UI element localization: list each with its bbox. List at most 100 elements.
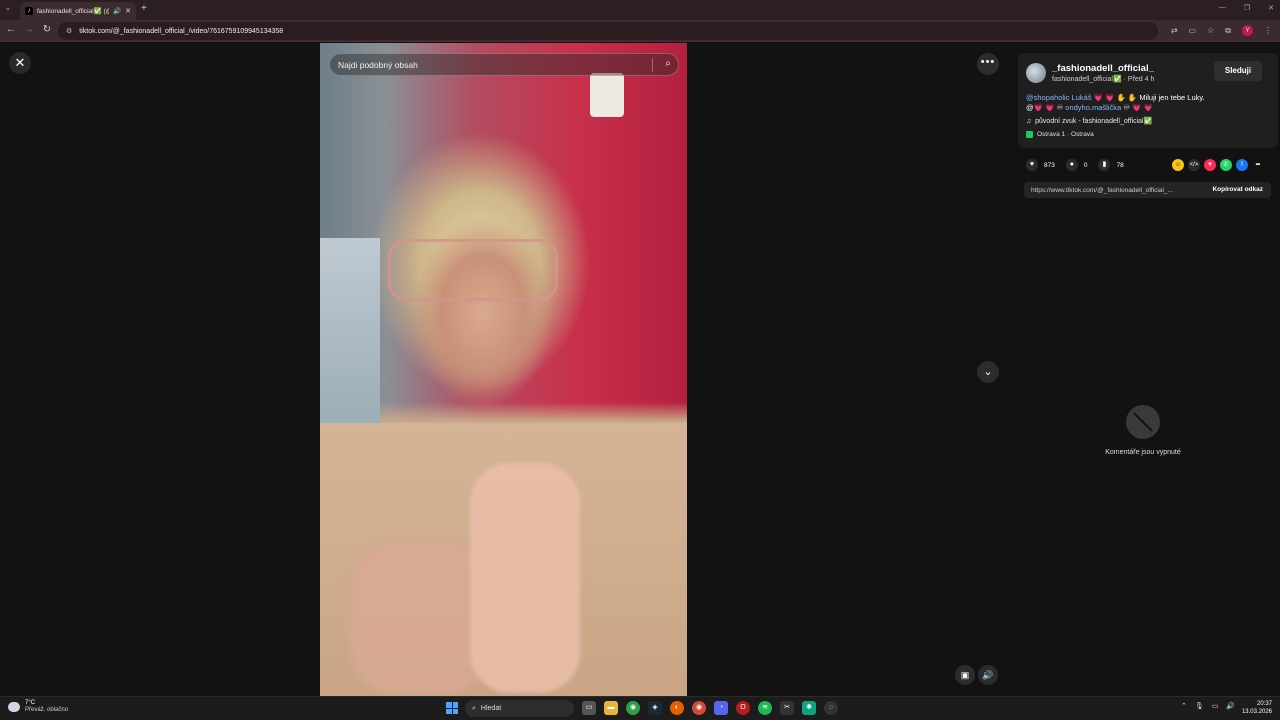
whatsapp-icon[interactable]: ✆ (1220, 159, 1232, 171)
close-tab-icon[interactable]: ✕ (125, 7, 131, 15)
taskbar-clock[interactable]: 20:37 13.03.2026 (1240, 700, 1272, 716)
video-player[interactable] (320, 43, 687, 696)
back-icon[interactable]: ← (4, 24, 18, 35)
next-video-button[interactable]: ⌄ (977, 361, 999, 383)
post-time: · Před 4 h (1123, 76, 1155, 83)
close-window-icon[interactable]: ✕ (1268, 4, 1274, 12)
taskbar-apps: ▭ ▬ ◉ ◈ ◐ ◉ ◔ O ≋ ✂ ✺ ◌ (582, 701, 838, 715)
share-arrow-icon[interactable]: ➦ (1252, 159, 1264, 171)
video-frame-switch (590, 73, 624, 117)
tab-search-icon[interactable]: ⌄ (5, 4, 15, 14)
post-info-card: _fashionadell_official_ fashionadell_off… (1018, 53, 1278, 148)
profile-avatar[interactable]: Y (1242, 25, 1253, 36)
share-snapchat-icon[interactable]: ☺ (1172, 159, 1184, 171)
author-subline: fashionadell_official✅ · Před 4 h (1052, 75, 1154, 83)
forward-icon[interactable]: → (22, 24, 36, 35)
search-placeholder: Najdi podobný obsah (338, 59, 418, 70)
toolbar-icons: ⇄ ▭ ☆ ⧉ Y ⋮ (1171, 25, 1272, 36)
show-hidden-icons-icon[interactable]: ⌃ (1181, 702, 1187, 710)
file-explorer-icon[interactable]: ▬ (604, 701, 618, 715)
close-video-button[interactable]: ✕ (9, 52, 31, 74)
author-handle[interactable]: fashionadell_official✅ (1052, 76, 1122, 83)
comments-disabled-notice: Komentáře jsou vypnuté (1068, 405, 1218, 456)
discord-icon[interactable]: ◔ (714, 701, 728, 715)
clock-time: 20:37 (1256, 701, 1272, 707)
bookmark-icon: ▮ (1098, 159, 1111, 171)
tab-title: fashionadell_official✅ (@ (37, 8, 110, 15)
mention-link[interactable]: @shopaholic Lukáš (1026, 93, 1092, 102)
task-view-icon[interactable]: ▭ (582, 701, 596, 715)
extensions-icon[interactable]: ⧉ (1225, 26, 1231, 36)
bookmark-star-icon[interactable]: ☆ (1207, 26, 1214, 35)
volume-icon[interactable]: 🔊 (1226, 702, 1235, 710)
comments-off-icon (1126, 405, 1160, 439)
author-avatar[interactable] (1026, 63, 1046, 83)
music-note-icon: ♫ (1026, 118, 1032, 125)
url-text: tiktok.com/@_fashionadell_official_/vide… (79, 27, 284, 35)
chatgpt-icon[interactable]: ✺ (802, 701, 816, 715)
windows-taskbar: 7°C Převáž. oblačno ⌕ Hledat ▭ ▬ ◉ ◈ ◐ ◉… (0, 696, 1280, 720)
post-link-text: https://www.tiktok.com/@_fashionadell_of… (1031, 186, 1173, 194)
volume-button[interactable]: 🔊 (978, 665, 998, 685)
minimize-icon[interactable]: — (1219, 4, 1226, 12)
audio-playing-icon[interactable]: 🔊 (113, 7, 121, 15)
tiktok-page: ✕ Najdi podobný obsah ⌕ ••• ⌄ ▣ 🔊 _fashi… (0, 43, 1280, 696)
cast-icon[interactable]: ▭ (1189, 26, 1197, 35)
microphone-icon[interactable]: 🎙 (1195, 702, 1204, 710)
search-icon[interactable]: ⌕ (665, 58, 671, 69)
comment-count: 0 (1083, 161, 1088, 169)
mention-link[interactable]: ondyho.mašlička (1065, 103, 1121, 112)
location-link[interactable]: Ostrava 1 · Ostrava (1026, 131, 1094, 138)
url-field[interactable]: ⚙ tiktok.com/@_fashionadell_official_/vi… (58, 22, 1158, 40)
steam-icon[interactable]: ◈ (648, 701, 662, 715)
weather-condition: Převáž. oblačno (25, 707, 69, 713)
follow-button[interactable]: Sleduji (1214, 61, 1262, 81)
embed-icon[interactable]: </> (1188, 159, 1200, 171)
more-options-button[interactable]: ••• (977, 53, 999, 75)
save-button[interactable]: ▮ 78 (1098, 159, 1124, 171)
browser-tab[interactable]: ♪ fashionadell_official✅ (@ 🔊 ✕ (20, 2, 136, 20)
translate-icon[interactable]: ⇄ (1171, 26, 1178, 35)
description-text: ♾ 💗 💗 (1121, 103, 1153, 112)
like-count: 873 (1044, 161, 1055, 169)
spotify-icon[interactable]: ≋ (758, 701, 772, 715)
video-area: ✕ Najdi podobný obsah ⌕ ••• ⌄ ▣ 🔊 (0, 43, 1008, 696)
similar-content-search-input[interactable]: Najdi podobný obsah ⌕ (329, 53, 679, 76)
description-text: 💗 💗 ✋ ✋ Miluji jen tebe Luky. (1091, 93, 1205, 102)
comment-icon: ● (1065, 159, 1078, 171)
weather-temp: 7°C (25, 700, 36, 706)
video-frame-glasses (388, 239, 558, 301)
reload-icon[interactable]: ↻ (40, 24, 54, 35)
chrome-profile-icon[interactable]: ◉ (692, 701, 706, 715)
picture-in-picture-button[interactable]: ▣ (955, 665, 975, 685)
video-frame-hand (350, 543, 490, 696)
site-info-icon[interactable]: ⚙ (66, 27, 72, 35)
facebook-icon[interactable]: f (1236, 159, 1248, 171)
comment-button[interactable]: ● 0 (1065, 159, 1088, 171)
app-icon[interactable]: ◌ (824, 701, 838, 715)
copy-link-box: https://www.tiktok.com/@_fashionadell_of… (1024, 182, 1271, 198)
heart-icon: ♥ (1026, 159, 1038, 171)
windows-start-icon[interactable] (446, 702, 458, 714)
location-icon (1026, 131, 1033, 138)
maximize-icon[interactable]: ❐ (1244, 4, 1250, 12)
taskbar-search[interactable]: ⌕ Hledat (465, 700, 574, 717)
new-tab-button[interactable]: + (141, 3, 147, 14)
copy-link-button[interactable]: Kopírovat odkaz (1212, 186, 1263, 193)
firefox-icon[interactable]: ◐ (670, 701, 684, 715)
network-icon[interactable]: ▭ (1212, 702, 1219, 710)
music-link[interactable]: ♫ původní zvuk - fashionadell_official✅ (1026, 117, 1152, 125)
share-repost-icon[interactable]: ▼ (1204, 159, 1216, 171)
share-icons: ☺ </> ▼ ✆ f ➦ (1172, 159, 1264, 171)
weather-widget[interactable]: 7°C Převáž. oblačno (8, 700, 68, 714)
comments-off-text: Komentáře jsou vypnuté (1105, 449, 1181, 456)
author-username[interactable]: _fashionadell_official_ (1052, 63, 1154, 74)
opera-gx-icon[interactable]: O (736, 701, 750, 715)
menu-dots-icon[interactable]: ⋮ (1264, 26, 1272, 35)
save-count: 78 (1116, 161, 1124, 169)
tiktok-favicon-icon: ♪ (25, 7, 33, 15)
like-button[interactable]: ♥ 873 (1026, 159, 1055, 171)
chrome-icon[interactable]: ◉ (626, 701, 640, 715)
capcut-icon[interactable]: ✂ (780, 701, 794, 715)
search-divider (652, 58, 653, 72)
